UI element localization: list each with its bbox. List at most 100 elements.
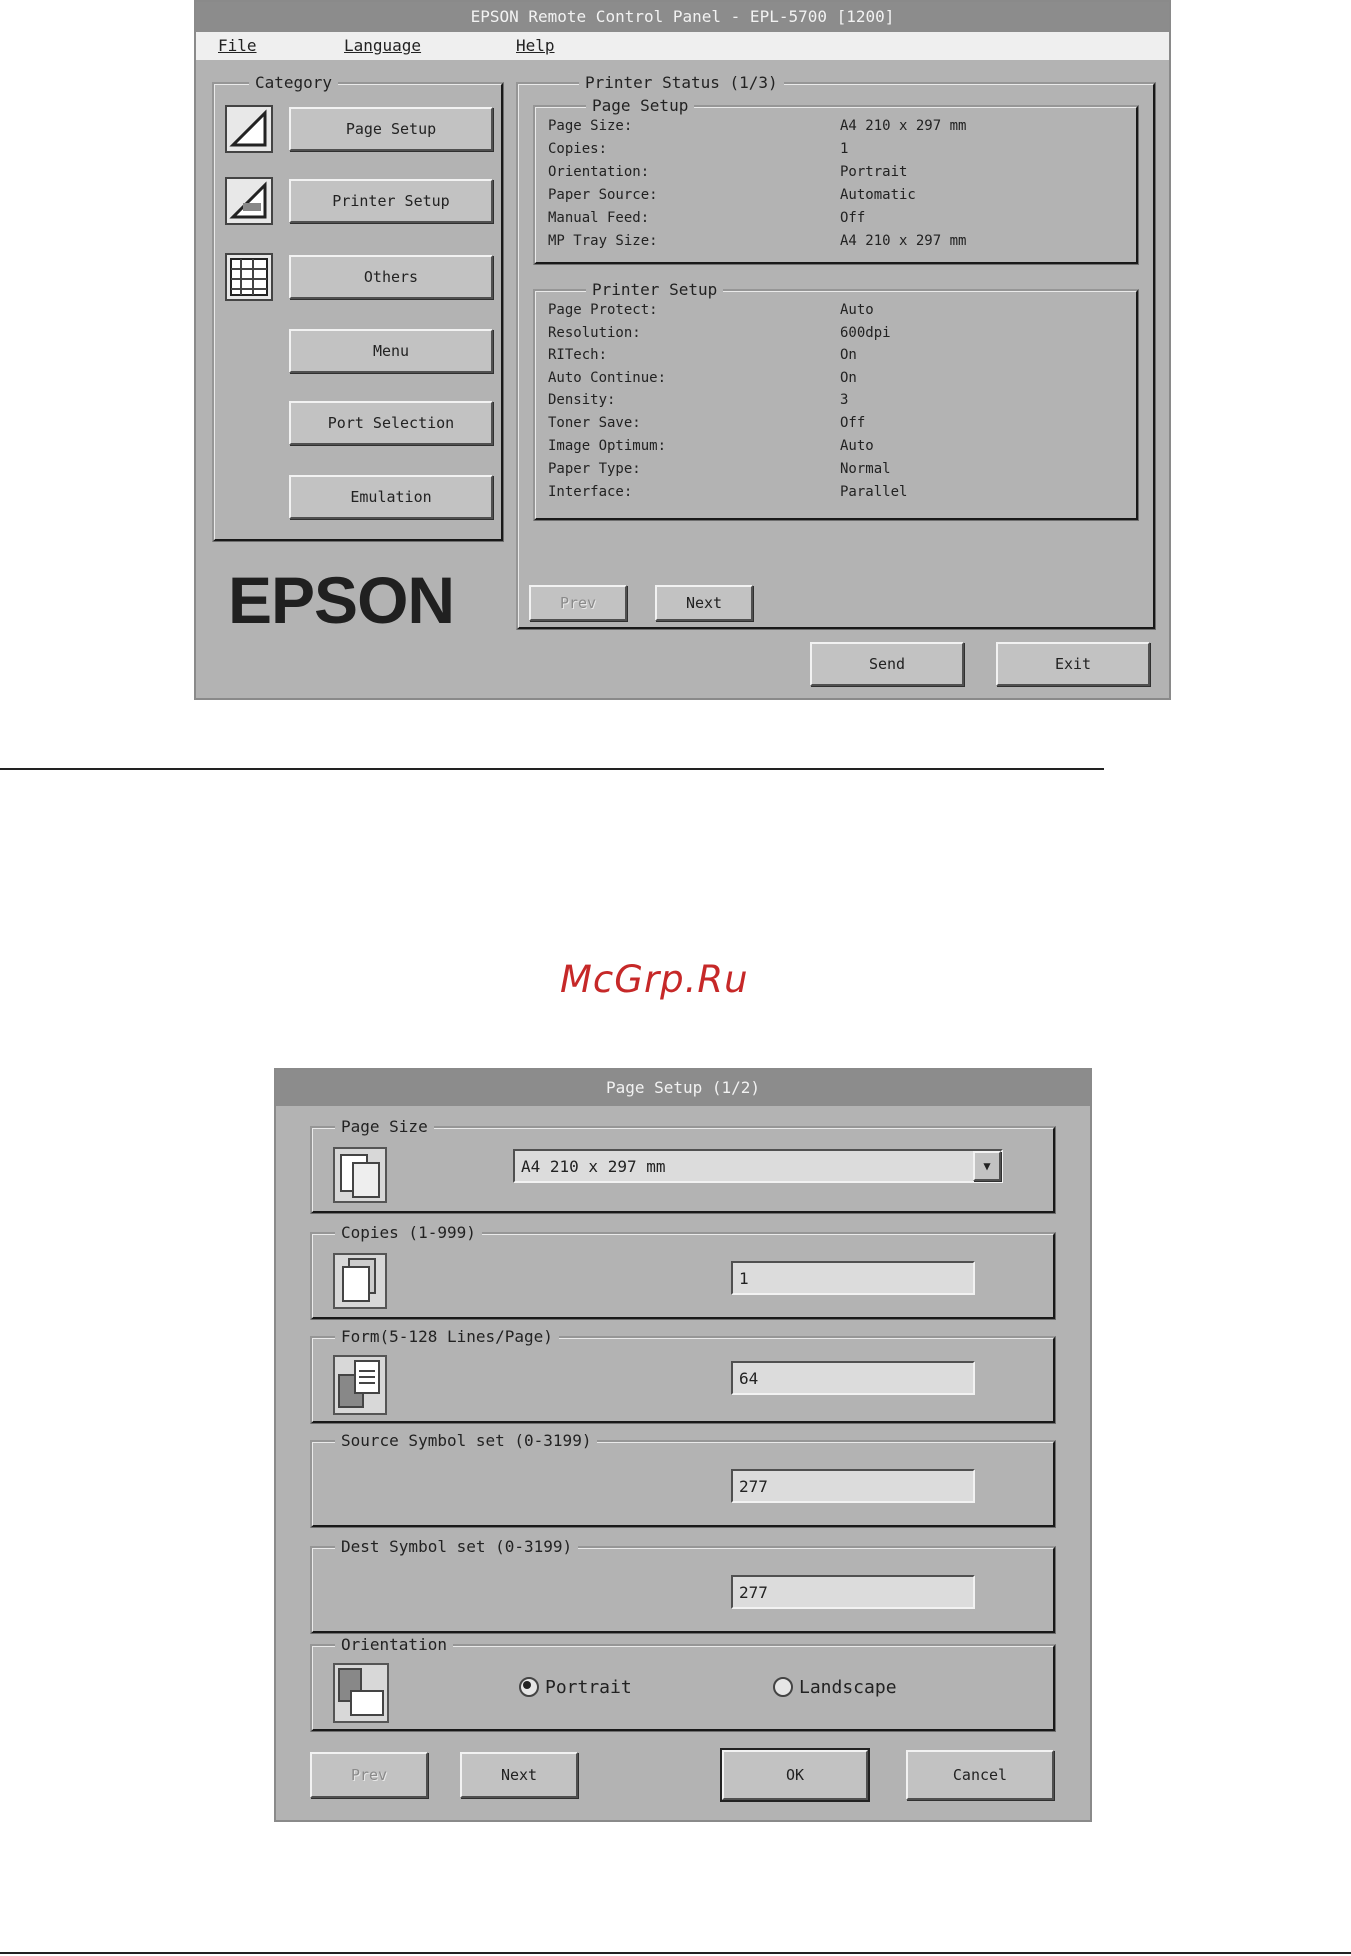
page-size-value: A4 210 x 297 mm [521,1156,666,1176]
status-value: 3 [840,392,849,408]
source-symbol-group: Source Symbol set (0-3199) 277 [310,1431,1056,1528]
status-prev-button[interactable]: Prev [529,585,627,621]
copies-legend: Copies (1-999) [335,1223,482,1242]
menu-file[interactable]: File [218,36,257,55]
epson-logo: EPSON [228,563,455,637]
portrait-radio-indicator[interactable] [519,1677,539,1697]
dest-symbol-group: Dest Symbol set (0-3199) 277 [310,1537,1056,1634]
menu-button[interactable]: Menu [289,329,493,373]
ok-button[interactable]: OK [720,1748,870,1802]
status-page-setup-legend: Page Setup [586,96,695,115]
status-row: Auto Continue: [548,370,667,386]
dropdown-arrow-icon[interactable]: ▼ [973,1151,1001,1181]
dest-symbol-legend: Dest Symbol set (0-3199) [335,1537,579,1556]
form-lines-value: 64 [739,1368,759,1388]
status-value: Automatic [840,187,916,203]
status-row: Resolution: [548,325,641,341]
status-row: Interface: [548,484,633,500]
page-size-legend: Page Size [335,1117,434,1136]
window-title: EPSON Remote Control Panel - EPL-5700 [1… [470,7,895,26]
source-symbol-legend: Source Symbol set (0-3199) [335,1431,598,1450]
orientation-group: Orientation Portrait Landscape [310,1635,1056,1732]
status-value: Normal [840,461,891,477]
category-legend: Category [249,73,339,92]
form-legend: Form(5-128 Lines/Page) [335,1327,559,1346]
status-value: Off [840,210,866,226]
status-value: Auto [840,302,874,318]
page-divider [0,768,1104,770]
dialog-prev-button[interactable]: Prev [310,1752,428,1798]
printer-status-group: Printer Status (1/3) Page Setup Page Siz… [516,73,1156,630]
status-value: A4 210 x 297 mm [840,118,967,134]
status-row: Page Size: [548,118,633,134]
send-button[interactable]: Send [810,642,964,686]
printer-setup-button[interactable]: Printer Setup [289,179,493,223]
status-row: Orientation: [548,164,650,180]
status-value: Auto [840,438,874,454]
others-button[interactable]: Others [289,255,493,299]
orientation-legend: Orientation [335,1635,453,1654]
status-value: 1 [840,141,849,157]
page-setup-dialog: Page Setup (1/2) Page Size A4 210 x 297 … [274,1068,1092,1822]
dialog-title: Page Setup (1/2) [605,1078,761,1097]
page-setup-icon [225,105,273,153]
page-size-select[interactable]: A4 210 x 297 mm [513,1149,1003,1183]
form-group: Form(5-128 Lines/Page) 64 [310,1327,1056,1424]
watermark-text: McGrp.Ru [560,958,749,1001]
status-page-setup-group: Page Setup Page Size: A4 210 x 297 mm Co… [533,96,1139,265]
status-value: Off [840,415,866,431]
cancel-button[interactable]: Cancel [906,1750,1054,1800]
status-row: Manual Feed: [548,210,650,226]
portrait-label: Portrait [545,1676,632,1698]
category-group: Category Page Setup Printer Setup Others… [212,73,504,542]
status-value: 600dpi [840,325,891,341]
status-row: RITech: [548,347,608,363]
exit-button[interactable]: Exit [996,642,1150,686]
orientation-icon [333,1663,389,1723]
status-printer-setup-legend: Printer Setup [586,280,724,299]
landscape-radio-indicator[interactable] [773,1677,793,1697]
page-bottom-divider [0,1952,1351,1954]
status-value: A4 210 x 297 mm [840,233,967,249]
status-value: Parallel [840,484,908,500]
page-setup-button[interactable]: Page Setup [289,107,493,151]
copies-icon [333,1253,387,1309]
page-size-icon [333,1147,387,1203]
printer-status-legend: Printer Status (1/3) [579,73,784,92]
copies-value: 1 [739,1268,749,1288]
dialog-next-button[interactable]: Next [460,1752,578,1798]
status-printer-setup-group: Printer Setup Page Protect: Auto Resolut… [533,280,1139,521]
status-next-button[interactable]: Next [655,585,753,621]
remote-control-panel-window: EPSON Remote Control Panel - EPL-5700 [1… [194,0,1171,700]
status-row: Paper Source: [548,187,658,203]
page-size-group: Page Size A4 210 x 297 mm ▼ [310,1117,1056,1214]
menu-help[interactable]: Help [516,36,555,55]
landscape-label: Landscape [799,1676,897,1698]
status-row: Page Protect: [548,302,658,318]
source-symbol-input[interactable]: 277 [731,1469,975,1503]
others-grid-icon [225,253,273,301]
dest-symbol-value: 277 [739,1582,768,1602]
status-row: Paper Type: [548,461,641,477]
copies-input[interactable]: 1 [731,1261,975,1295]
copies-group: Copies (1-999) 1 [310,1223,1056,1320]
dialog-title-bar: Page Setup (1/2) [276,1070,1090,1106]
dest-symbol-input[interactable]: 277 [731,1575,975,1609]
menu-language[interactable]: Language [344,36,421,55]
port-selection-button[interactable]: Port Selection [289,401,493,445]
form-lines-input[interactable]: 64 [731,1361,975,1395]
status-value: On [840,370,857,386]
printer-setup-icon [225,177,273,225]
status-row: Density: [548,392,616,408]
menu-bar: File Language Help [196,32,1169,60]
landscape-radio[interactable]: Landscape [773,1675,897,1699]
status-row: Image Optimum: [548,438,667,454]
status-value: Portrait [840,164,908,180]
status-row: Copies: [548,141,608,157]
window-title-bar: EPSON Remote Control Panel - EPL-5700 [1… [196,2,1169,32]
portrait-radio[interactable]: Portrait [519,1675,632,1699]
form-icon [333,1355,387,1415]
status-value: On [840,347,857,363]
emulation-button[interactable]: Emulation [289,475,493,519]
source-symbol-value: 277 [739,1476,768,1496]
